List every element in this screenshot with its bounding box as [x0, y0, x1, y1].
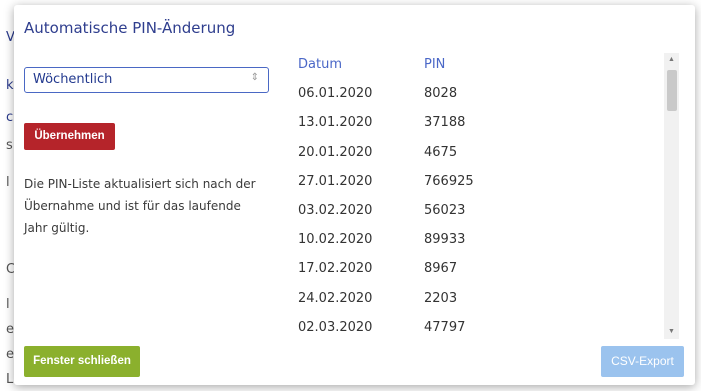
csv-export-button[interactable]: CSV-Export [601, 346, 684, 377]
table-row: 06.01.2020 8028 [284, 82, 664, 111]
date-column-header: Datum [298, 57, 342, 72]
background-text-fragment: s [6, 138, 13, 153]
date-cell: 13.01.2020 [298, 115, 373, 131]
pin-cell: 47797 [424, 319, 466, 335]
background-text-fragment: e [6, 322, 14, 337]
background-text-fragment: e [6, 347, 14, 362]
pin-cell: 2203 [424, 290, 458, 306]
pin-list: Datum PIN 06.01.2020 8028 13.01.2020 371… [284, 53, 664, 340]
table-row: 27.01.2020 766925 [284, 170, 664, 199]
pin-cell: 766925 [424, 173, 474, 189]
date-cell: 20.01.2020 [298, 144, 373, 160]
background-text-fragment: l [6, 297, 10, 312]
background-text-fragment: L [6, 372, 14, 387]
date-cell: 06.01.2020 [298, 86, 373, 102]
pin-cell: 56023 [424, 202, 466, 218]
background-text-fragment: k [6, 78, 14, 93]
scroll-down-arrow-icon[interactable]: ▼ [664, 325, 679, 339]
info-text: Die PIN-Liste aktualisiert sich nach der… [24, 173, 274, 239]
interval-select[interactable]: Wöchentlich ⇕ [24, 67, 269, 93]
pin-change-dialog: Automatische PIN-Änderung Wöchentlich ⇕ … [14, 5, 695, 385]
table-row: 02.03.2020 47797 [284, 316, 664, 340]
table-row: 13.01.2020 37188 [284, 111, 664, 140]
info-text-line: Übernahme und ist für das laufende [24, 199, 241, 213]
interval-select-value: Wöchentlich [33, 72, 113, 87]
table-row: 17.02.2020 8967 [284, 257, 664, 286]
dialog-title: Automatische PIN-Änderung [24, 19, 236, 37]
background-text-fragment: l [6, 175, 10, 190]
info-text-line: Jahr gültig. [24, 221, 90, 235]
date-cell: 10.02.2020 [298, 232, 373, 248]
pin-cell: 8967 [424, 261, 458, 277]
date-cell: 02.03.2020 [298, 319, 373, 335]
scroll-up-arrow-icon[interactable]: ▲ [664, 53, 679, 67]
table-row: 24.02.2020 2203 [284, 287, 664, 316]
pin-cell: 89933 [424, 232, 466, 248]
pin-cell: 8028 [424, 86, 458, 102]
close-window-button[interactable]: Fenster schließen [24, 346, 140, 377]
date-cell: 17.02.2020 [298, 261, 373, 277]
background-text-fragment: c [6, 110, 14, 125]
pin-list-header: Datum PIN [284, 53, 664, 82]
apply-button[interactable]: Übernehmen [24, 123, 115, 150]
pin-column-header: PIN [424, 57, 446, 72]
pin-list-scrollbar[interactable]: ▲ ▼ [664, 53, 679, 339]
date-cell: 03.02.2020 [298, 202, 373, 218]
table-row: 10.02.2020 89933 [284, 228, 664, 257]
table-row: 03.02.2020 56023 [284, 199, 664, 228]
pin-cell: 37188 [424, 115, 466, 131]
select-arrows-icon: ⇕ [250, 72, 259, 83]
date-cell: 27.01.2020 [298, 173, 373, 189]
info-text-line: Die PIN-Liste aktualisiert sich nach der [24, 177, 256, 191]
pin-cell: 4675 [424, 144, 458, 160]
date-cell: 24.02.2020 [298, 290, 373, 306]
scroll-thumb[interactable] [667, 70, 677, 111]
table-row: 20.01.2020 4675 [284, 141, 664, 170]
